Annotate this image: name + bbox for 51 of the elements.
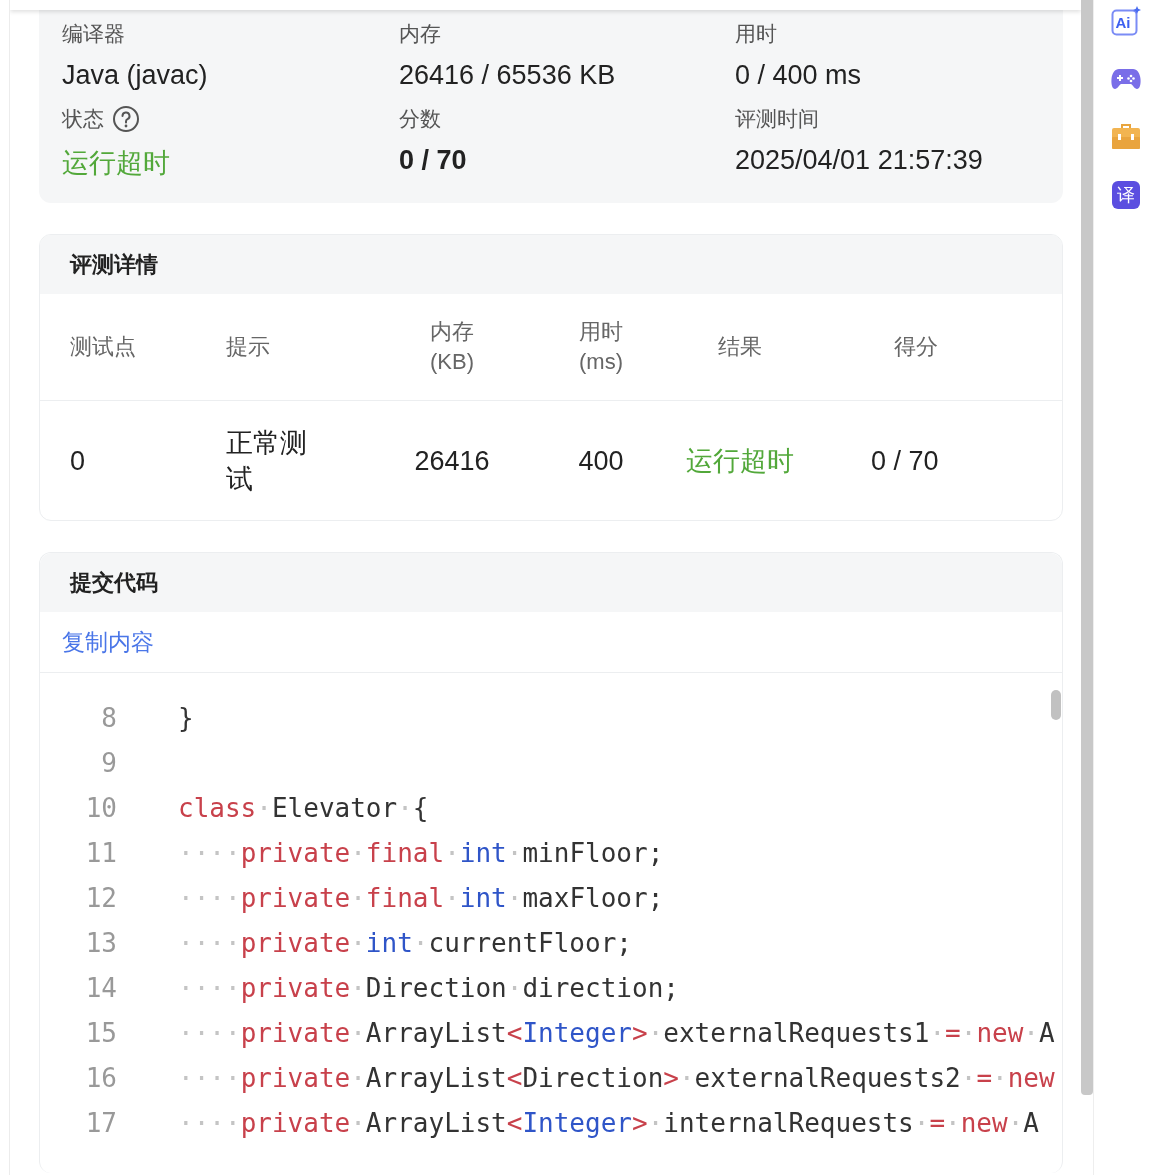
code-line: ····private·int·currentFloor; xyxy=(178,927,632,958)
line-number: 14 xyxy=(84,972,117,1003)
table-cell-text: 正常测试 xyxy=(226,426,308,496)
line-number: 15 xyxy=(84,1017,117,1048)
status-text: 运行超时 xyxy=(686,444,794,478)
field-label: 状态 xyxy=(62,106,104,132)
code-line: ····private·ArrayList<Integer>·internalRequests·=·new·A xyxy=(178,1107,1039,1138)
column-header: 内存 (KB) xyxy=(429,318,475,376)
gamepad-icon[interactable] xyxy=(1110,67,1141,91)
line-number: 13 xyxy=(84,927,117,958)
column-header: 结果 xyxy=(718,333,762,361)
field-value: 2025/04/01 21:57:39 xyxy=(735,145,984,176)
code-line: ····private·final·int·minFloor; xyxy=(178,837,664,868)
code-line: ····private·ArrayList<Integer>·externalRequests1·=·new·A xyxy=(178,1017,1055,1048)
code-line: ····private·Direction·direction; xyxy=(178,972,679,1003)
field-value: 0 / 70 xyxy=(399,145,468,176)
code-line: class·Elevator·{ xyxy=(178,792,429,823)
line-number: 11 xyxy=(84,837,117,868)
scrollbar-thumb[interactable] xyxy=(1051,690,1061,720)
column-header: 得分 xyxy=(894,333,938,361)
section-title: 提交代码 xyxy=(70,568,158,597)
line-number: 10 xyxy=(84,792,117,823)
column-header: 用时 (ms) xyxy=(578,318,624,376)
line-number: 16 xyxy=(84,1062,117,1093)
field-value: 0 / 400 ms xyxy=(735,60,863,91)
table-cell-text: 0 xyxy=(70,444,86,478)
line-number: 9 xyxy=(100,747,117,778)
table-cell-text: 400 xyxy=(578,444,624,478)
line-number: 17 xyxy=(84,1107,117,1138)
table-cell-text: 26416 xyxy=(414,444,490,478)
line-number: 8 xyxy=(100,702,117,733)
line-number: 12 xyxy=(84,882,117,913)
code-line: ····private·final·int·maxFloor; xyxy=(178,882,664,913)
section-title: 评测详情 xyxy=(70,250,158,279)
field-label: 评测时间 xyxy=(735,106,819,132)
field-label: 内存 xyxy=(399,21,441,47)
help-icon[interactable] xyxy=(112,105,140,133)
field-label: 用时 xyxy=(735,21,777,47)
copy-link[interactable]: 复制内容 xyxy=(62,626,154,658)
field-label: 编译器 xyxy=(62,21,125,47)
code-line: } xyxy=(178,702,194,733)
table-cell-text: 0 / 70 xyxy=(871,444,939,478)
field-value: Java (javac) xyxy=(62,60,209,91)
column-header: 测试点 xyxy=(70,333,136,361)
field-label: 分数 xyxy=(399,106,441,132)
code-line: ····private·ArrayList<Direction>·externalRequests2·=·new xyxy=(178,1062,1055,1093)
briefcase-icon[interactable] xyxy=(1110,122,1141,150)
translate-icon[interactable]: 译 xyxy=(1111,181,1140,209)
column-header: 提示 xyxy=(226,333,270,361)
status-text: 运行超时 xyxy=(62,147,171,180)
field-value: 26416 / 65536 KB xyxy=(399,60,617,91)
